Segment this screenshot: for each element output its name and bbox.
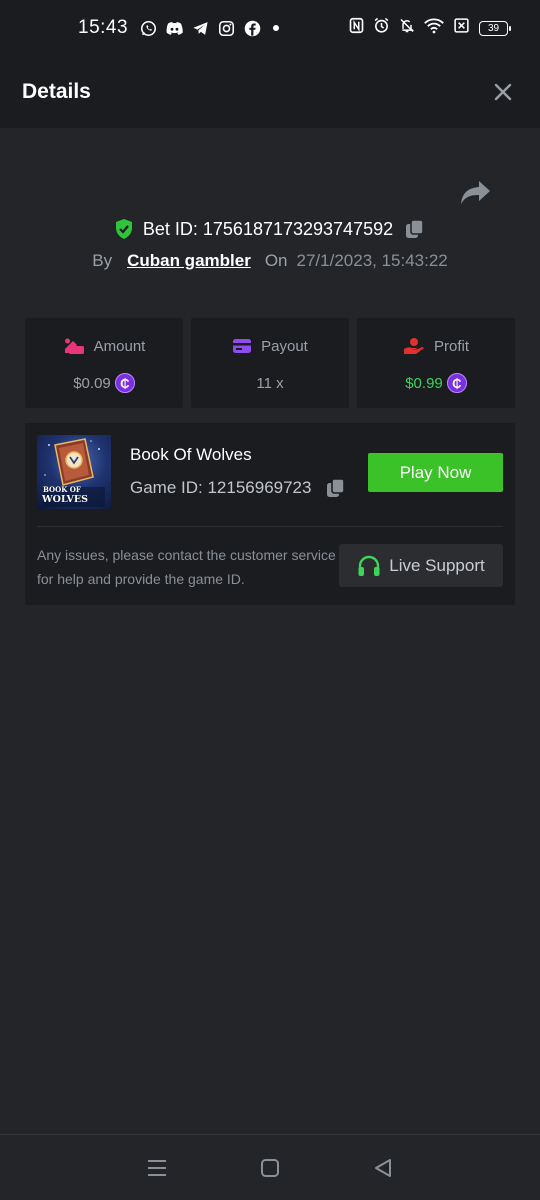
- instagram-icon: [218, 20, 235, 37]
- telegram-icon: [192, 20, 209, 37]
- payout-value: 11 x: [256, 374, 284, 392]
- divider: [37, 526, 503, 527]
- nfc-icon: [349, 17, 364, 40]
- coin-icon: ₵: [446, 373, 467, 393]
- sim-off-icon: [453, 17, 470, 40]
- copy-game-id-icon[interactable]: [325, 477, 347, 499]
- shield-check-icon: [115, 219, 132, 239]
- live-support-label: Live Support: [389, 555, 485, 575]
- play-now-button[interactable]: Play Now: [368, 453, 503, 492]
- close-icon: [494, 83, 512, 101]
- game-name: Book Of Wolves: [130, 445, 252, 464]
- user-link[interactable]: Cuban gambler: [127, 251, 251, 271]
- facebook-icon: [244, 20, 261, 37]
- close-button[interactable]: [490, 79, 516, 105]
- page-title: Details: [22, 80, 91, 103]
- bet-id: Bet ID: 1756187173293747592: [142, 218, 394, 239]
- profit-value: $0.99: [405, 374, 443, 392]
- status-time: 15:43: [78, 17, 129, 38]
- support-note: Any issues, please contact the customer …: [37, 547, 336, 587]
- profit-icon: [403, 338, 424, 354]
- back-button[interactable]: [369, 1154, 397, 1182]
- stat-payout: Payout 11 x: [191, 318, 349, 408]
- by-label: By: [92, 251, 113, 270]
- bet-id-row: Bet ID: 1756187173293747592: [0, 214, 540, 244]
- coin-icon: ₵: [114, 373, 135, 393]
- status-app-icons: [140, 20, 261, 37]
- status-bar: 15:43 39: [0, 0, 540, 56]
- notification-dot: [273, 25, 280, 31]
- headset-icon: [358, 555, 380, 576]
- mute-icon: [399, 17, 415, 40]
- amount-icon: [64, 338, 84, 354]
- payout-label: Payout: [261, 337, 308, 355]
- wifi-icon: [424, 17, 444, 40]
- alarm-icon: [373, 17, 390, 40]
- status-system-icons: 39: [349, 17, 511, 40]
- system-nav-bar: [0, 1134, 540, 1200]
- profit-label: Profit: [433, 337, 469, 355]
- game-card: BOOK OF WOLVES Book Of Wolves Game ID: 1…: [25, 423, 515, 605]
- bet-author-row: By Cuban gambler On 27/1/2023, 15:43:22: [0, 247, 540, 275]
- bet-date: 27/1/2023, 15:43:22: [296, 251, 448, 270]
- bet-stats: Amount $0.09 ₵ Payout 11 x Profit $0.99 …: [25, 318, 515, 408]
- back-triangle-icon: [375, 1158, 392, 1177]
- battery-icon: 39: [479, 20, 511, 36]
- recents-button[interactable]: [143, 1154, 171, 1182]
- thumb-title-2: WOLVES: [41, 494, 88, 505]
- share-button[interactable]: [460, 178, 492, 206]
- book-of-wolves-artwork: BOOK OF WOLVES: [41, 438, 105, 507]
- share-icon: [461, 181, 490, 204]
- whatsapp-icon: [140, 20, 157, 37]
- thumb-title-1: BOOK OF: [43, 485, 81, 494]
- home-square-icon: [260, 1158, 279, 1177]
- home-button[interactable]: [256, 1154, 284, 1182]
- stat-profit: Profit $0.99 ₵: [357, 318, 515, 408]
- game-thumbnail[interactable]: BOOK OF WOLVES: [37, 435, 111, 509]
- card-icon: [233, 339, 252, 353]
- header: Details: [0, 56, 540, 128]
- stat-amount: Amount $0.09 ₵: [25, 318, 183, 408]
- copy-bet-id-icon[interactable]: [404, 218, 426, 240]
- live-support-button[interactable]: Live Support: [339, 544, 503, 587]
- menu-lines-icon: [147, 1159, 166, 1176]
- amount-value: $0.09: [73, 374, 111, 392]
- discord-icon: [166, 20, 183, 37]
- amount-label: Amount: [93, 337, 146, 355]
- game-id-row: Game ID: 12156969723: [130, 477, 347, 499]
- on-label: On: [264, 251, 288, 270]
- game-id: Game ID: 12156969723: [130, 478, 312, 497]
